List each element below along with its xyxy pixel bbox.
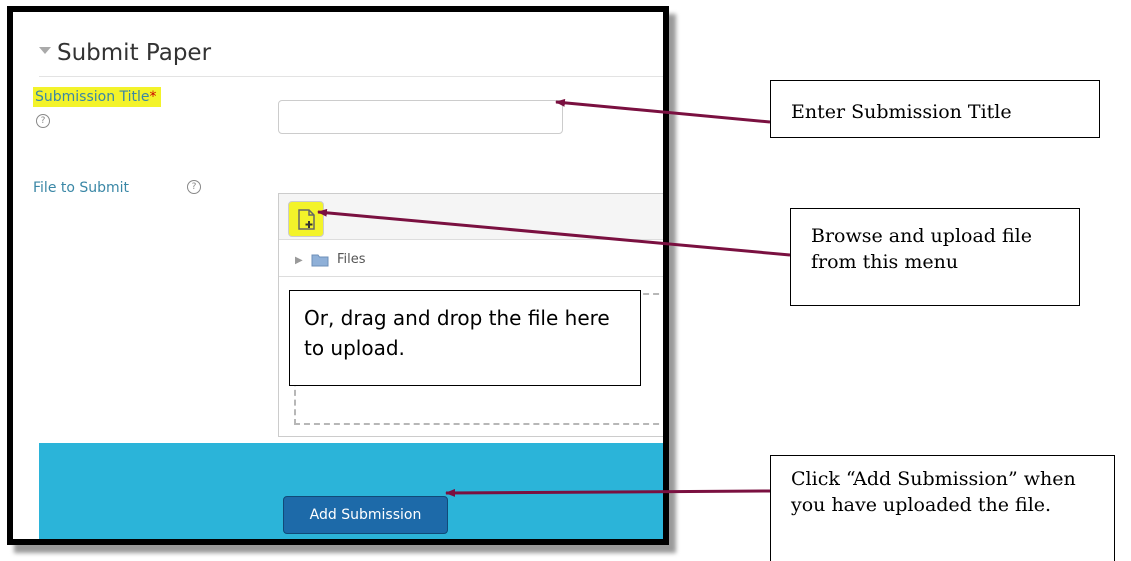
submission-title-label: Submission Title* (33, 87, 161, 107)
collapse-caret-icon[interactable] (39, 47, 51, 54)
form-frame: Submit Paper Submission Title* ? File to… (7, 6, 669, 545)
add-submission-button[interactable]: Add Submission (283, 496, 448, 534)
header-divider (39, 76, 663, 77)
file-picker-toolbar (279, 194, 663, 240)
files-folder-label: Files (336, 252, 366, 267)
help-icon[interactable]: ? (187, 180, 201, 194)
help-icon[interactable]: ? (36, 114, 50, 128)
section-title: Submit Paper (57, 40, 212, 66)
submission-title-label-text: Submission Title (35, 89, 150, 105)
file-to-submit-label: File to Submit (33, 180, 130, 196)
submission-title-input[interactable] (278, 100, 563, 134)
files-folder-item[interactable]: ▶ Files (295, 252, 366, 267)
folder-icon (311, 254, 329, 266)
file-picker-divider (279, 276, 663, 277)
section-header[interactable]: Submit Paper (39, 40, 211, 66)
callout-browse-upload: Browse and upload file from this menu (790, 208, 1080, 306)
add-file-icon (298, 209, 315, 230)
required-marker: * (149, 89, 157, 105)
add-file-button[interactable] (288, 201, 324, 237)
callout-enter-title: Enter Submission Title (770, 80, 1100, 138)
expand-triangle-icon[interactable]: ▶ (295, 255, 303, 266)
callout-add-submission: Click “Add Submission” when you have upl… (770, 455, 1115, 561)
callout-drag-drop: Or, drag and drop the file here to uploa… (289, 290, 641, 386)
